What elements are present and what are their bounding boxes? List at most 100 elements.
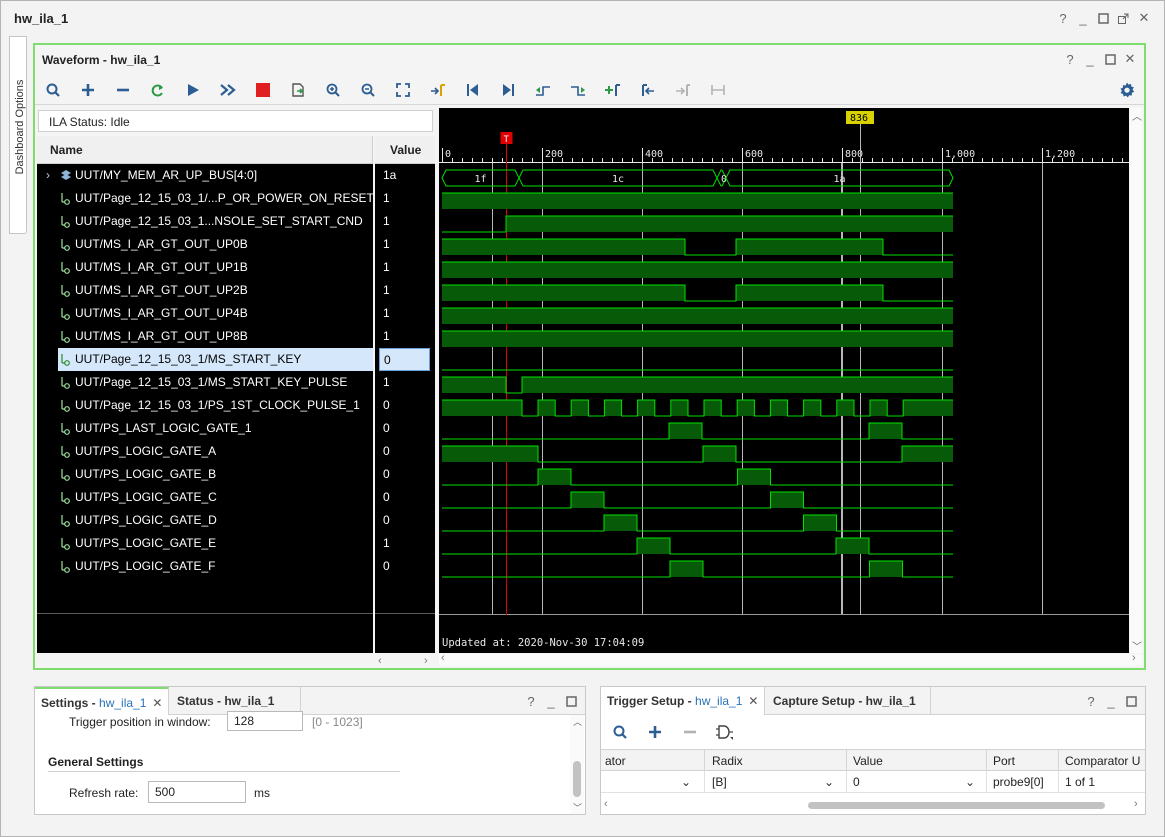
- waveform-vscroll[interactable]: ︿ ﹀: [1130, 108, 1142, 653]
- scroll-up-icon[interactable]: ︿: [573, 715, 582, 728]
- stop-icon[interactable]: [252, 79, 274, 101]
- signal-row[interactable]: › UUT/MY_MEM_AR_UP_BUS[4:0]: [37, 164, 373, 187]
- minimize-icon[interactable]: _: [544, 694, 558, 709]
- tab-settings[interactable]: Settings - hw_ila_1 ✕: [35, 687, 169, 715]
- table-row[interactable]: ⌄ [B] ⌄ 0 ⌄ probe9[0] 1 of 1: [601, 771, 1145, 793]
- minimize-icon[interactable]: _: [1104, 694, 1118, 709]
- refresh-rate-input[interactable]: [148, 781, 246, 803]
- tab-trigger-setup[interactable]: Trigger Setup - hw_ila_1 ✕: [601, 687, 765, 715]
- maximize-icon[interactable]: [1124, 694, 1138, 708]
- scroll-right-icon[interactable]: ›: [1134, 798, 1138, 810]
- col-radix[interactable]: Radix: [706, 750, 847, 772]
- remove-icon[interactable]: [112, 79, 134, 101]
- signal-row[interactable]: UUT/Page_12_15_03_1/...P_OR_POWER_ON_RES…: [37, 187, 373, 210]
- operator-dropdown[interactable]: ⌄: [601, 771, 705, 793]
- zoom-fit-icon[interactable]: [392, 79, 414, 101]
- zoom-in-icon[interactable]: [322, 79, 344, 101]
- signal-row[interactable]: UUT/MS_I_AR_GT_OUT_UP8B: [37, 325, 373, 348]
- remove-icon[interactable]: [679, 721, 701, 743]
- close-icon[interactable]: ✕: [1137, 10, 1151, 25]
- maximize-icon[interactable]: [564, 694, 578, 708]
- signal-row[interactable]: UUT/PS_LOGIC_GATE_F: [37, 555, 373, 578]
- settings-vscroll[interactable]: ︿ ﹀: [570, 715, 584, 814]
- help-icon[interactable]: ?: [524, 694, 538, 709]
- go-to-cursor-icon[interactable]: [427, 79, 449, 101]
- rerun-icon[interactable]: [147, 79, 169, 101]
- previous-transition-icon[interactable]: [532, 79, 554, 101]
- close-icon[interactable]: ✕: [152, 696, 162, 710]
- signal-row[interactable]: UUT/PS_LOGIC_GATE_C: [37, 486, 373, 509]
- close-icon[interactable]: ✕: [748, 694, 758, 708]
- help-icon[interactable]: ?: [1084, 694, 1098, 709]
- trigger-position-input[interactable]: [227, 711, 303, 731]
- name-column-header[interactable]: Name: [37, 136, 373, 164]
- signal-row[interactable]: UUT/Page_12_15_03_1/MS_START_KEY_PULSE: [37, 371, 373, 394]
- add-icon[interactable]: [77, 79, 99, 101]
- run-immediate-icon[interactable]: [217, 79, 239, 101]
- add-marker-icon[interactable]: [602, 79, 624, 101]
- run-trigger-icon[interactable]: [182, 79, 204, 101]
- value-dropdown[interactable]: 0 ⌄: [847, 771, 987, 793]
- scroll-down-icon[interactable]: ﹀: [573, 801, 582, 814]
- minimize-icon[interactable]: _: [1076, 11, 1090, 26]
- col-value[interactable]: Value: [847, 750, 987, 772]
- bus-signal-icon: [60, 164, 72, 187]
- col-comparator[interactable]: Comparator U: [1059, 750, 1145, 772]
- search-icon[interactable]: [42, 79, 64, 101]
- scroll-thumb[interactable]: [808, 802, 1105, 809]
- help-icon[interactable]: ?: [1056, 11, 1070, 26]
- previous-marker-icon[interactable]: [637, 79, 659, 101]
- signal-row[interactable]: UUT/PS_LOGIC_GATE_D: [37, 509, 373, 532]
- scroll-left-icon[interactable]: ‹: [604, 798, 608, 810]
- next-transition-icon[interactable]: [567, 79, 589, 101]
- tab-capture-setup[interactable]: Capture Setup - hw_ila_1: [767, 687, 931, 715]
- signal-row[interactable]: UUT/MS_I_AR_GT_OUT_UP0B: [37, 233, 373, 256]
- signal-row[interactable]: UUT/PS_LOGIC_GATE_B: [37, 463, 373, 486]
- signal-row[interactable]: UUT/MS_I_AR_GT_OUT_UP4B: [37, 302, 373, 325]
- signal-row[interactable]: UUT/PS_LOGIC_GATE_A: [37, 440, 373, 463]
- scroll-thumb[interactable]: [573, 761, 581, 797]
- window-titlebar: hw_ila_1 ? _ ✕: [1, 1, 1164, 34]
- maximize-icon[interactable]: [1096, 11, 1110, 25]
- scroll-down-icon[interactable]: ﹀: [1132, 638, 1142, 653]
- search-icon[interactable]: [609, 721, 631, 743]
- dashboard-options-tab[interactable]: Dashboard Options: [9, 36, 27, 234]
- value-column-header[interactable]: Value: [375, 136, 435, 164]
- col-operator[interactable]: ator: [601, 750, 705, 772]
- trigger-hscroll[interactable]: ‹ ›: [601, 798, 1145, 813]
- signal-row[interactable]: UUT/Page_12_15_03_1/MS_START_KEY: [58, 348, 373, 371]
- signal-value: 1: [383, 375, 390, 389]
- scroll-right-icon[interactable]: ›: [424, 655, 428, 667]
- ila-status-text: ILA Status: Idle: [49, 115, 130, 129]
- go-to-time-zero-icon[interactable]: [462, 79, 484, 101]
- scroll-right-icon[interactable]: ›: [1132, 652, 1136, 664]
- signal-row[interactable]: UUT/MS_I_AR_GT_OUT_UP2B: [37, 279, 373, 302]
- go-to-last-time-icon[interactable]: [497, 79, 519, 101]
- col-port[interactable]: Port: [987, 750, 1059, 772]
- minimize-icon[interactable]: _: [1083, 52, 1097, 67]
- signal-row[interactable]: UUT/Page_12_15_03_1...NSOLE_SET_START_CN…: [37, 210, 373, 233]
- float-icon[interactable]: [1116, 11, 1130, 25]
- logic-gate-icon[interactable]: [714, 721, 736, 743]
- export-icon[interactable]: [287, 79, 309, 101]
- scroll-left-icon[interactable]: ‹: [441, 652, 445, 664]
- close-icon[interactable]: ✕: [1123, 51, 1137, 66]
- expand-chevron-icon[interactable]: ›: [46, 164, 50, 187]
- swap-markers-icon[interactable]: [707, 79, 729, 101]
- help-icon[interactable]: ?: [1063, 52, 1077, 67]
- add-icon[interactable]: [644, 721, 666, 743]
- signal-row[interactable]: UUT/PS_LAST_LOGIC_GATE_1: [37, 417, 373, 440]
- waveform-canvas[interactable]: 0 200 400 600 800 1,000 1,200 T 836 1f 1c 0 1a Updat…: [439, 108, 1129, 653]
- scroll-left-icon[interactable]: ‹: [378, 655, 382, 667]
- signal-row[interactable]: UUT/Page_12_15_03_1/PS_1ST_CLOCK_PULSE_1: [37, 394, 373, 417]
- maximize-icon[interactable]: [1103, 52, 1117, 66]
- signal-row[interactable]: UUT/MS_I_AR_GT_OUT_UP1B: [37, 256, 373, 279]
- bus-segment-label: 0: [721, 174, 727, 185]
- radix-dropdown[interactable]: [B] ⌄: [706, 771, 847, 793]
- scroll-up-icon[interactable]: ︿: [1132, 108, 1142, 123]
- zoom-out-icon[interactable]: [357, 79, 379, 101]
- signal-row[interactable]: UUT/PS_LOGIC_GATE_E: [37, 532, 373, 555]
- waveform-hscroll[interactable]: ‹ ›: [439, 652, 1142, 666]
- next-marker-icon[interactable]: [672, 79, 694, 101]
- settings-gear-icon[interactable]: [1116, 79, 1138, 101]
